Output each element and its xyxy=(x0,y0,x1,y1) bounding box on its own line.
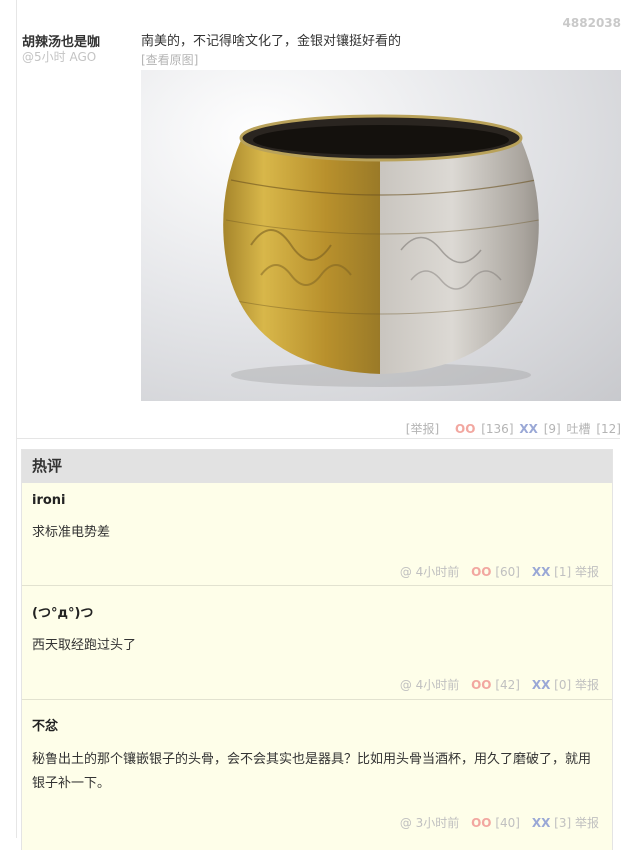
comment-author[interactable]: 不忿 xyxy=(32,715,58,734)
comment-text: 西天取经跑过头了 xyxy=(32,638,137,653)
report-link[interactable]: [举报] xyxy=(406,422,439,436)
comment-author[interactable]: (つ°д°)つ xyxy=(32,602,93,621)
oo-count: [40] xyxy=(495,816,520,830)
xx-vote-button[interactable]: XX xyxy=(532,565,551,579)
oo-vote-button[interactable]: OO xyxy=(471,816,491,830)
tucao-count: [12] xyxy=(596,422,621,436)
oo-vote-button[interactable]: OO xyxy=(471,565,491,579)
hot-comments-title: 热评 xyxy=(22,450,612,483)
comment-item: (つ°д°)つ 西天取经跑过头了 @ 4小时前 OO [42] XX [0] 举… xyxy=(22,586,612,700)
comment-item: 不忿 秘鲁出土的那个镶嵌银子的头骨，会不会其实也是器具？比如用头骨当酒杯，用久了… xyxy=(22,700,612,850)
comment-text: 秘鲁出土的那个镶嵌银子的头骨，会不会其实也是器具？比如用头骨当酒杯，用久了磨破了… xyxy=(32,752,592,791)
report-link[interactable]: 举报 xyxy=(575,678,599,692)
report-link[interactable]: 举报 xyxy=(575,816,599,830)
xx-vote-button[interactable]: XX xyxy=(532,678,551,692)
at-sign: @ xyxy=(399,565,412,579)
tucao-link[interactable]: 吐槽 xyxy=(567,422,591,436)
oo-count: [42] xyxy=(495,678,520,692)
xx-count: [3] xyxy=(554,816,572,830)
comment-time: 3小时前 xyxy=(415,816,460,830)
comment-time: 4小时前 xyxy=(415,565,460,579)
oo-count: [136] xyxy=(481,422,514,436)
divider xyxy=(16,438,620,439)
post-id: 4882038 xyxy=(562,16,621,30)
comment-time: 4小时前 xyxy=(415,678,460,692)
post-time: @5小时 AGO xyxy=(22,50,97,64)
comment-meta: @ 3小时前 OO [40] XX [3] 举报 xyxy=(400,814,599,831)
xx-count: [0] xyxy=(554,678,572,692)
hot-comments-panel: 热评 ironi 求标准电势差 @ 4小时前 OO [60] XX [1] 举报… xyxy=(21,449,613,850)
comment-item: ironi 求标准电势差 @ 4小时前 OO [60] XX [1] 举报 xyxy=(22,483,612,586)
xx-count: [9] xyxy=(543,422,561,436)
left-border-line xyxy=(16,0,17,838)
report-link[interactable]: 举报 xyxy=(575,565,599,579)
view-original-link[interactable]: [查看原图] xyxy=(141,51,198,68)
xx-vote-button[interactable]: XX xyxy=(519,422,538,436)
oo-vote-button[interactable]: OO xyxy=(455,422,475,436)
comment-author[interactable]: ironi xyxy=(32,493,66,508)
oo-count: [60] xyxy=(495,565,520,579)
post-text: 南美的，不记得啥文化了，金银对镶挺好看的 xyxy=(141,34,402,49)
xx-vote-button[interactable]: XX xyxy=(532,816,551,830)
oo-vote-button[interactable]: OO xyxy=(471,678,491,692)
post-image-gold-silver-bowl[interactable] xyxy=(141,70,621,401)
comment-text: 求标准电势差 xyxy=(32,525,111,540)
xx-count: [1] xyxy=(554,565,572,579)
comment-meta: @ 4小时前 OO [42] XX [0] 举报 xyxy=(400,676,599,693)
at-sign: @ xyxy=(399,678,412,692)
comment-meta: @ 4小时前 OO [60] XX [1] 举报 xyxy=(400,563,599,580)
post-vote-bar: [举报] OO [136] XX [9] 吐槽 [12] xyxy=(404,420,621,437)
at-sign: @ xyxy=(399,816,412,830)
